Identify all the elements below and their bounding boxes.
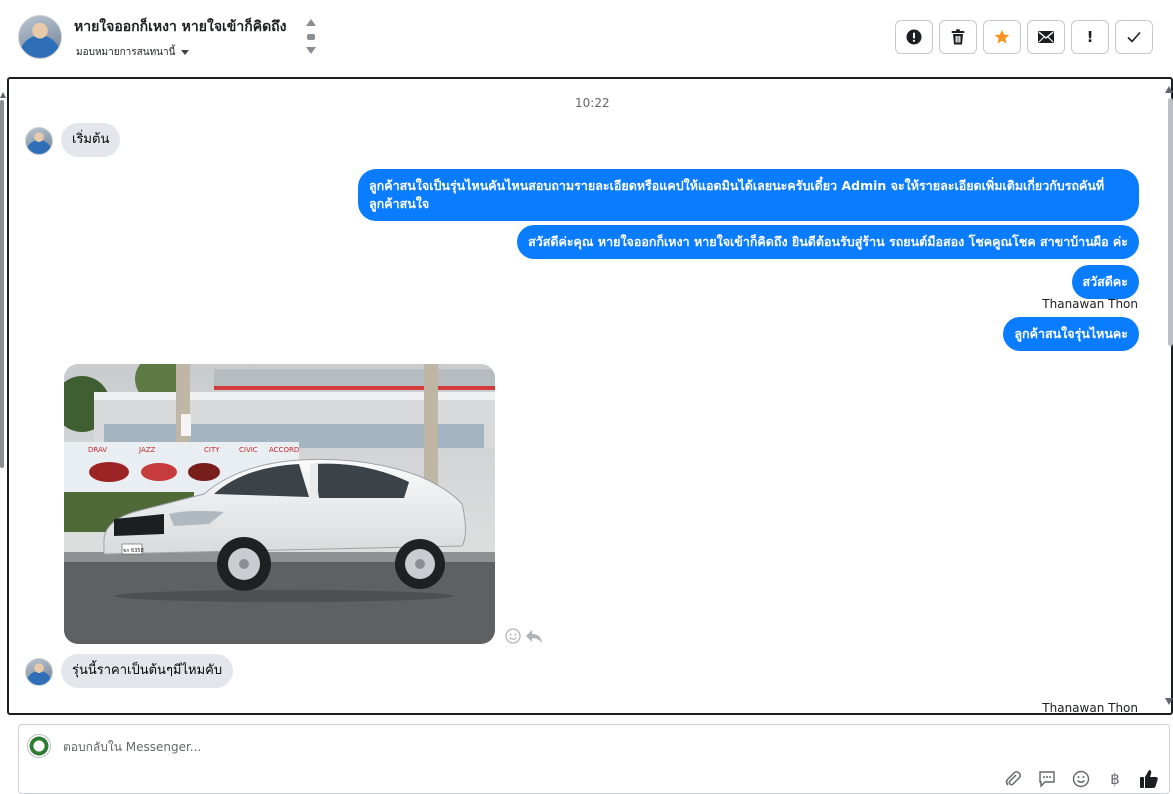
conversation-name: หายใจออกก็เหงา หายใจเข้าก็คิดถึง — [74, 19, 287, 35]
mark-done-button[interactable] — [1115, 20, 1153, 54]
car-photo-attachment[interactable]: DRAV JAZZ CIVIC ACCORD CITY ขก 6358 — [64, 364, 495, 644]
outgoing-message: สวัสดีคะ — [1071, 265, 1139, 299]
spam-button[interactable] — [895, 20, 933, 54]
attach-button[interactable] — [1003, 769, 1023, 789]
next-conversation-icon[interactable] — [306, 47, 316, 54]
outgoing-message: ลูกค้าสนใจรุ่นไหนคะ — [1003, 317, 1139, 351]
assign-label: มอบหมายการสนทนานี้ — [76, 47, 176, 58]
outgoing-message: สวัสดีค่ะคุณ หายใจออกก็เหงา หายใจเข้าก็ค… — [517, 225, 1139, 259]
conversation-switcher[interactable] — [305, 17, 317, 57]
license-plate: ขก 6358 — [123, 548, 144, 554]
reply-input[interactable] — [63, 738, 963, 756]
banner-sign-3: CIVIC — [239, 446, 258, 454]
banner-sign-5: CITY — [204, 446, 220, 454]
thread-scroll-up-icon[interactable] — [1165, 86, 1173, 93]
alert-circle-icon — [906, 29, 922, 45]
left-panel-scrollbar[interactable] — [0, 100, 4, 468]
page-logo — [27, 734, 51, 758]
incoming-message: รุ่นนี้ราคาเป็นต้นๆมีไหมคับ — [61, 654, 234, 688]
paperclip-icon — [1005, 771, 1021, 786]
payment-button[interactable]: ฿ — [1105, 769, 1125, 789]
banner-sign-4: ACCORD — [269, 446, 299, 454]
customer-avatar[interactable] — [18, 15, 62, 59]
reply-arrow-icon[interactable] — [525, 628, 543, 644]
emoji-button[interactable] — [1071, 769, 1091, 789]
like-button[interactable] — [1139, 769, 1159, 789]
emoji-icon — [1072, 770, 1090, 788]
conversation-header: หายใจออกก็เหงา หายใจเข้าก็คิดถึง มอบหมาย… — [0, 0, 1173, 76]
conversation-actions: ! — [895, 20, 1153, 54]
left-panel-scroll-arrow[interactable] — [0, 92, 6, 98]
message-timestamp: 10:22 — [575, 96, 610, 110]
customer-avatar-small — [25, 127, 53, 155]
photo-message-tools — [505, 628, 543, 644]
assign-conversation-dropdown[interactable]: มอบหมายการสนทนานี้ — [76, 45, 190, 60]
thread-scroll-down-icon[interactable] — [1165, 698, 1173, 705]
caret-down-icon — [181, 50, 190, 55]
exclamation-icon: ! — [1086, 28, 1094, 46]
follow-up-button[interactable]: ! — [1071, 20, 1109, 54]
car-photo: DRAV JAZZ CIVIC ACCORD CITY ขก 6358 — [64, 364, 495, 644]
star-button[interactable] — [983, 20, 1021, 54]
delete-button[interactable] — [939, 20, 977, 54]
sender-label: Thanawan Thon — [1042, 297, 1138, 311]
incoming-message: เริ่มต้น — [61, 123, 121, 157]
reply-composer: ฿ — [18, 724, 1170, 794]
drag-handle-icon — [307, 34, 315, 40]
trash-icon — [951, 29, 965, 45]
outgoing-message: ลูกค้าสนใจเป็นรุ่นไหนคันไหนสอบถามรายละเอ… — [358, 169, 1139, 221]
banner-sign-1: DRAV — [88, 446, 107, 454]
mark-unread-button[interactable] — [1027, 20, 1065, 54]
thread-scrollbar[interactable] — [1168, 98, 1173, 346]
composer-tools: ฿ — [1003, 769, 1159, 789]
saved-replies-button[interactable] — [1037, 769, 1057, 789]
baht-icon: ฿ — [1110, 770, 1120, 788]
customer-avatar-small — [25, 658, 53, 686]
sender-label: Thanawan Thon — [1042, 701, 1138, 715]
check-icon — [1127, 31, 1141, 43]
previous-conversation-icon[interactable] — [306, 19, 316, 26]
react-emoji-icon[interactable] — [505, 628, 521, 644]
banner-sign-2: JAZZ — [138, 446, 156, 454]
envelope-icon — [1038, 31, 1054, 43]
chat-bubble-icon — [1039, 771, 1055, 788]
star-icon — [994, 29, 1010, 44]
thumbs-up-icon — [1140, 770, 1158, 788]
